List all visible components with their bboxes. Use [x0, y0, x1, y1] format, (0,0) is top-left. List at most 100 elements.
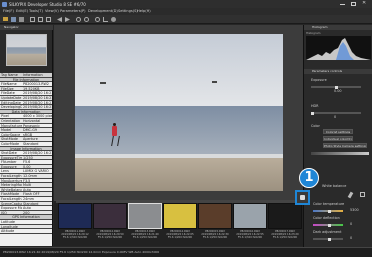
- filmstrip-thumbnail[interactable]: [233, 203, 267, 229]
- color-deflection-slider[interactable]: [313, 223, 343, 227]
- save-icon[interactable]: [11, 17, 16, 22]
- filmstrip-caption: F5.6 1/250 ISO200: [272, 236, 298, 240]
- filmstrip-caption: F5.6 1/200 ISO200: [167, 236, 193, 240]
- info-row-value: Horizontal: [23, 118, 41, 123]
- app-window: SILKYPIX Developer Studio 8 SE #6/70 ✕ F…: [0, 0, 372, 257]
- menu-edit[interactable]: Edit(E): [16, 9, 28, 14]
- white-balance-icon: [300, 195, 305, 200]
- menu-view[interactable]: View(V): [45, 9, 59, 14]
- info-row-key: Altitude: [1, 229, 15, 233]
- view-compare-icon[interactable]: [46, 17, 51, 22]
- preview-area: [54, 25, 303, 200]
- view-single-icon[interactable]: [30, 17, 35, 22]
- filmstrip-thumbnail[interactable]: [93, 203, 127, 229]
- info-row-value: 200: [23, 210, 30, 215]
- info-row-key: FocalLength35: [1, 197, 22, 201]
- crop-icon[interactable]: [103, 17, 108, 22]
- navigator-header: Navigator: [0, 25, 53, 30]
- filmstrip-thumbnail[interactable]: [163, 203, 197, 229]
- white-balance-label: White balance: [322, 184, 347, 188]
- color-temp-slider[interactable]: [313, 209, 343, 213]
- open-folder-icon[interactable]: [3, 17, 8, 21]
- right-panel: Histogram Histogram Parameters controls …: [295, 25, 372, 247]
- menu-development[interactable]: Development(D): [88, 9, 118, 14]
- menu-parameters[interactable]: Parameters(P): [60, 9, 86, 14]
- hdr-slider[interactable]: [311, 111, 361, 115]
- colorist-settings-button[interactable]: Colorist settings: [323, 129, 353, 134]
- histogram-title: Histogram: [312, 25, 328, 29]
- filmstrip-thumbnail[interactable]: [128, 203, 162, 229]
- color-label: Color: [311, 124, 320, 128]
- sky: [75, 34, 283, 106]
- minimize-icon[interactable]: [340, 3, 345, 5]
- info-row-value: 0.00: [23, 164, 31, 169]
- info-row-key: Manufacturer: [1, 123, 22, 128]
- zoom-icon[interactable]: [95, 17, 100, 22]
- hdr-value: 0: [334, 115, 337, 119]
- info-header-value: Information: [23, 73, 43, 77]
- info-row-value: Panasonic: [23, 123, 40, 128]
- info-row-key: ShotDate: [1, 151, 17, 155]
- info-row-value: 4000 x 3000 pixel: [23, 114, 52, 118]
- exposure-slider[interactable]: [311, 85, 361, 89]
- white-balance-icon-highlight[interactable]: [295, 190, 310, 205]
- prev-image-icon[interactable]: [57, 17, 62, 22]
- spot-icon[interactable]: [111, 17, 116, 22]
- hdr-label: HDR: [311, 104, 319, 108]
- maximize-icon[interactable]: [351, 1, 356, 6]
- wb-auto-icon[interactable]: [360, 192, 365, 197]
- view-grid-icon[interactable]: [38, 17, 43, 22]
- filmstrip-caption: F5.6 1/250 ISO200: [97, 236, 123, 240]
- rotate-right-icon[interactable]: [84, 17, 89, 22]
- menu-help[interactable]: Help(H): [137, 9, 151, 14]
- callout-number: 1: [304, 170, 314, 185]
- menu-settings[interactable]: Settings(S): [118, 9, 138, 14]
- filmstrip-caption: F5.6 1/250 ISO200: [132, 236, 158, 240]
- info-row-value: 2019/08/20 16:21:40: [23, 151, 52, 155]
- filmstrip-caption: F5.6 1/320 ISO200: [62, 236, 88, 240]
- info-row-value: 1/250: [23, 155, 33, 160]
- menu-tools[interactable]: Tools(T): [29, 9, 43, 14]
- info-row-key: Latitude: [1, 220, 15, 224]
- info-row-key: ExposureTime: [1, 155, 22, 160]
- next-image-icon[interactable]: [65, 17, 70, 22]
- info-row-key: Lens: [1, 169, 9, 174]
- color-temp-label: Color temperature: [313, 202, 345, 206]
- callout-badge: 1: [299, 168, 319, 188]
- ship-right: [212, 81, 217, 83]
- info-row-value: Standard: [23, 141, 39, 146]
- info-row-value: Standard: [23, 201, 39, 206]
- info-row-key: Exposure Mode: [1, 206, 22, 210]
- dark-adjust-label: Dark adjustment: [313, 230, 342, 234]
- person-body: [112, 126, 117, 136]
- params-header: Parameters controls: [304, 69, 372, 74]
- info-row-value: Auto: [23, 187, 31, 192]
- status-text: P8200013.RW2 16:21:40 2019/08/20 F5.6 1/…: [3, 250, 160, 254]
- individual-color-button[interactable]: Individual color(K): [323, 136, 353, 141]
- status-bar: P8200013.RW2 16:21:40 2019/08/20 F5.6 1/…: [0, 247, 372, 257]
- info-row-key: FocalLength: [1, 174, 22, 178]
- wb-eyedropper-icon[interactable]: [347, 191, 354, 199]
- info-row-key: ISO: [1, 210, 7, 215]
- info-row-key: DevelopingDate: [1, 105, 22, 109]
- info-header-tag: Tag Name: [1, 73, 18, 77]
- histogram-header: Histogram: [304, 25, 372, 30]
- menu-file[interactable]: File(F): [3, 9, 14, 14]
- develop-icon[interactable]: [19, 17, 24, 22]
- dark-adjust-value: 0: [350, 236, 353, 240]
- beach: [75, 158, 283, 191]
- navigator-title: Navigator: [4, 25, 19, 29]
- navigator-thumbnail[interactable]: [6, 34, 47, 66]
- photo-style-button[interactable]: Photo Style Camera settings: [323, 143, 367, 148]
- preview-image[interactable]: [75, 34, 283, 191]
- filmstrip-thumbnail[interactable]: [268, 203, 302, 229]
- info-row-key: FileDate: [1, 91, 15, 95]
- dark-adjust-slider[interactable]: [313, 237, 343, 241]
- filmstrip-thumbnail[interactable]: [198, 203, 232, 229]
- close-icon[interactable]: ✕: [362, 1, 366, 6]
- rotate-left-icon[interactable]: [76, 17, 81, 22]
- exposure-label: Exposure: [311, 78, 327, 82]
- toolbar: [0, 15, 372, 24]
- filmstrip-thumbnail[interactable]: [58, 203, 92, 229]
- info-row-key: MeteringMode: [1, 183, 22, 187]
